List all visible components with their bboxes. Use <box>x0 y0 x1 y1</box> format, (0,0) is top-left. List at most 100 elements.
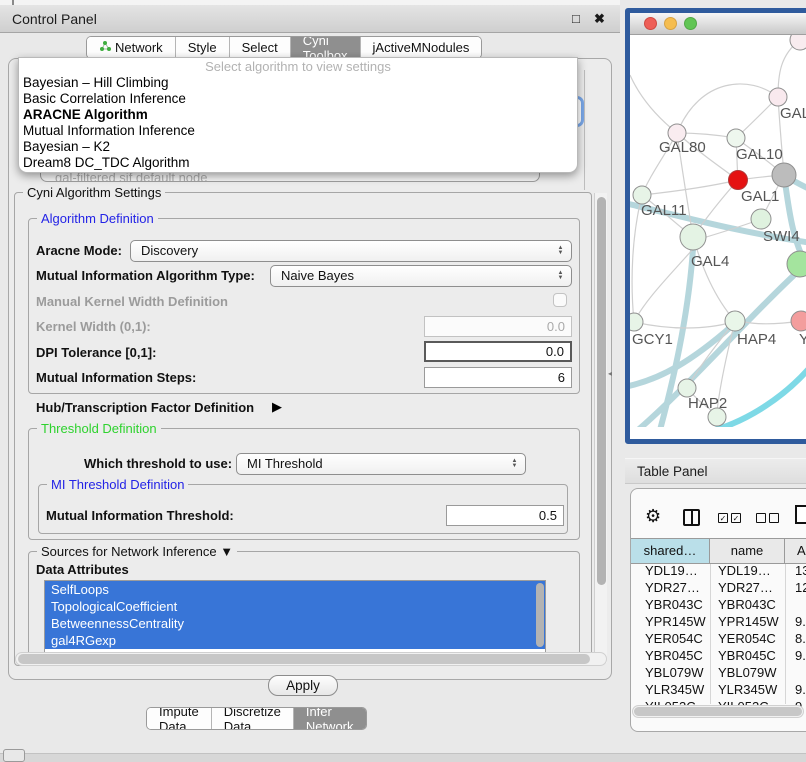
column-layout-icon[interactable] <box>683 509 700 526</box>
column-header-name[interactable]: name <box>710 539 785 563</box>
manual-kernel-width-checkbox[interactable] <box>553 293 567 307</box>
tab-network[interactable]: Network <box>87 37 176 58</box>
settings-vertical-scrollbar[interactable] <box>594 193 607 663</box>
tab-network-label: Network <box>115 40 163 55</box>
float-window-icon[interactable]: □ <box>572 11 580 26</box>
svg-text:SWI4: SWI4 <box>763 228 800 245</box>
table-panel-title: Table Panel <box>637 459 708 485</box>
svg-text:GAL1: GAL1 <box>741 188 779 205</box>
attribute-item[interactable]: TopologicalCoefficient <box>45 598 545 615</box>
kernel-width-label: Kernel Width (0,1): <box>36 319 151 334</box>
close-traffic-light[interactable] <box>644 17 657 30</box>
mi-threshold-field[interactable]: 0.5 <box>446 505 564 526</box>
aracne-mode-combo[interactable]: Discovery ▲▼ <box>130 240 572 262</box>
table-header-row: shared… name A <box>631 538 806 564</box>
table-row[interactable]: YBL079WYBL079W <box>631 664 806 681</box>
hub-definition-label: Hub/Transcription Factor Definition <box>36 400 254 415</box>
bottom-tabbar: Impute Data Discretize Data Infer Networ… <box>146 707 367 730</box>
attributes-scrollbar-thumb[interactable] <box>536 583 544 647</box>
node-gal4[interactable] <box>680 224 706 250</box>
settings-scrollbar-thumb[interactable] <box>597 197 606 585</box>
table-row[interactable]: YLR345WYLR345W9. <box>631 681 806 698</box>
node[interactable] <box>790 35 806 50</box>
attribute-item[interactable]: SelfLoops <box>45 581 545 598</box>
column-header-partial[interactable]: A <box>785 539 806 563</box>
kernel-width-field[interactable]: 0.0 <box>424 316 572 337</box>
panel-splitter-handle[interactable]: ◂ <box>605 368 615 380</box>
svg-text:GCY1: GCY1 <box>632 331 673 348</box>
dropdown-item-selected[interactable]: ARACNE Algorithm <box>23 107 148 122</box>
collapsed-panel-button[interactable] <box>3 749 25 762</box>
minimize-traffic-light[interactable] <box>664 17 677 30</box>
dropdown-item[interactable]: Dream8 DC_TDC Algorithm <box>23 155 190 170</box>
mi-algorithm-type-combo[interactable]: Naive Bayes ▲▼ <box>270 265 572 287</box>
which-threshold-combo[interactable]: MI Threshold ▲▼ <box>236 453 526 475</box>
table-row[interactable]: YBR043CYBR043C <box>631 596 806 613</box>
svg-text:Y: Y <box>799 331 806 348</box>
node-gray[interactable] <box>772 163 796 187</box>
node-gcy1[interactable] <box>630 313 643 331</box>
node-hap4[interactable] <box>725 311 745 331</box>
table-row[interactable]: YDR27…YDR27…12 <box>631 579 806 596</box>
select-all-icon[interactable]: ✓✓ <box>718 513 741 523</box>
gear-icon[interactable]: ⚙ <box>645 506 661 527</box>
dropdown-item[interactable]: Mutual Information Inference <box>23 123 195 138</box>
tab-jactivemnodules[interactable]: jActiveMNodules <box>361 37 482 58</box>
settings-hscrollbar-thumb[interactable] <box>18 654 590 664</box>
table-row[interactable]: YBR045CYBR045C9. <box>631 647 806 664</box>
table-panel-titlebar: Table Panel <box>625 458 806 484</box>
data-attributes-list: SelfLoops TopologicalCoefficient Between… <box>44 580 546 656</box>
network-window-titlebar <box>630 13 806 35</box>
dpi-tolerance-field[interactable]: 0.0 <box>424 341 572 362</box>
dpi-tolerance-label: DPI Tolerance [0,1]: <box>36 345 156 360</box>
node-gal1[interactable] <box>729 171 748 190</box>
attribute-item[interactable]: BetweennessCentrality <box>45 615 545 632</box>
dropdown-item[interactable]: Bayesian – K2 <box>23 139 110 154</box>
node-bright-green[interactable] <box>787 251 806 277</box>
network-tab-icon <box>99 40 111 55</box>
attributes-scrollbar[interactable] <box>535 581 545 655</box>
node-salmon[interactable] <box>791 311 806 331</box>
node-gal-partial[interactable] <box>769 88 787 106</box>
aracne-mode-label: Aracne Mode: <box>36 243 122 258</box>
tab-infer-network[interactable]: Infer Network <box>294 708 366 729</box>
combo-stepper-icon: ▲▼ <box>508 455 521 473</box>
which-threshold-label: Which threshold to use: <box>84 456 232 471</box>
attribute-item[interactable]: gal4RGexp <box>45 632 545 649</box>
bottom-panel-edge <box>0 753 806 762</box>
svg-text:HAP4: HAP4 <box>737 331 776 348</box>
zoom-traffic-light[interactable] <box>684 17 697 30</box>
tab-discretize-data[interactable]: Discretize Data <box>212 708 294 729</box>
svg-text:GAL4: GAL4 <box>691 253 729 270</box>
svg-text:HAP2: HAP2 <box>688 395 727 412</box>
collapse-arrow-icon[interactable]: ▼ <box>220 544 233 559</box>
network-canvas[interactable]: GAL GAL80 GAL10 GAL1 GAL11 SWI4 GAL4 GCY… <box>630 35 806 427</box>
settings-horizontal-scrollbar[interactable] <box>15 652 607 666</box>
unselect-all-icon[interactable] <box>756 513 779 523</box>
mi-steps-field[interactable]: 6 <box>424 367 572 388</box>
table-row[interactable]: YPR145WYPR145W9. <box>631 613 806 630</box>
screen: Control Panel □ ✖ Network Style Select C… <box>0 0 806 762</box>
data-attributes-label: Data Attributes <box>36 562 129 577</box>
column-header-shared[interactable]: shared… <box>631 539 710 563</box>
table-hscrollbar-thumb[interactable] <box>634 707 802 716</box>
manual-kernel-width-label: Manual Kernel Width Definition <box>36 294 228 309</box>
dropdown-placeholder: Select algorithm to view settings <box>19 59 577 74</box>
tab-cyni-toolbox[interactable]: Cyni Toolbox <box>291 37 361 58</box>
table-row[interactable]: YDL19…YDL19…13 <box>631 562 806 579</box>
close-window-icon[interactable]: ✖ <box>594 11 605 27</box>
node-gal10[interactable] <box>727 129 745 147</box>
document-icon[interactable] <box>795 505 806 524</box>
network-edge-cyan <box>715 365 806 427</box>
table-horizontal-scrollbar[interactable] <box>632 705 804 718</box>
tab-style[interactable]: Style <box>176 37 230 58</box>
expand-arrow-icon[interactable]: ▶ <box>272 399 282 415</box>
table-row[interactable]: YER054CYER054C8. <box>631 630 806 647</box>
tab-impute-data[interactable]: Impute Data <box>147 708 212 729</box>
dropdown-item[interactable]: Basic Correlation Inference <box>23 91 186 106</box>
node-swi4[interactable] <box>751 209 771 229</box>
tab-select[interactable]: Select <box>230 37 291 58</box>
mi-steps-label: Mutual Information Steps: <box>36 370 196 385</box>
dropdown-item[interactable]: Bayesian – Hill Climbing <box>23 75 169 90</box>
apply-button[interactable]: Apply <box>268 675 338 696</box>
